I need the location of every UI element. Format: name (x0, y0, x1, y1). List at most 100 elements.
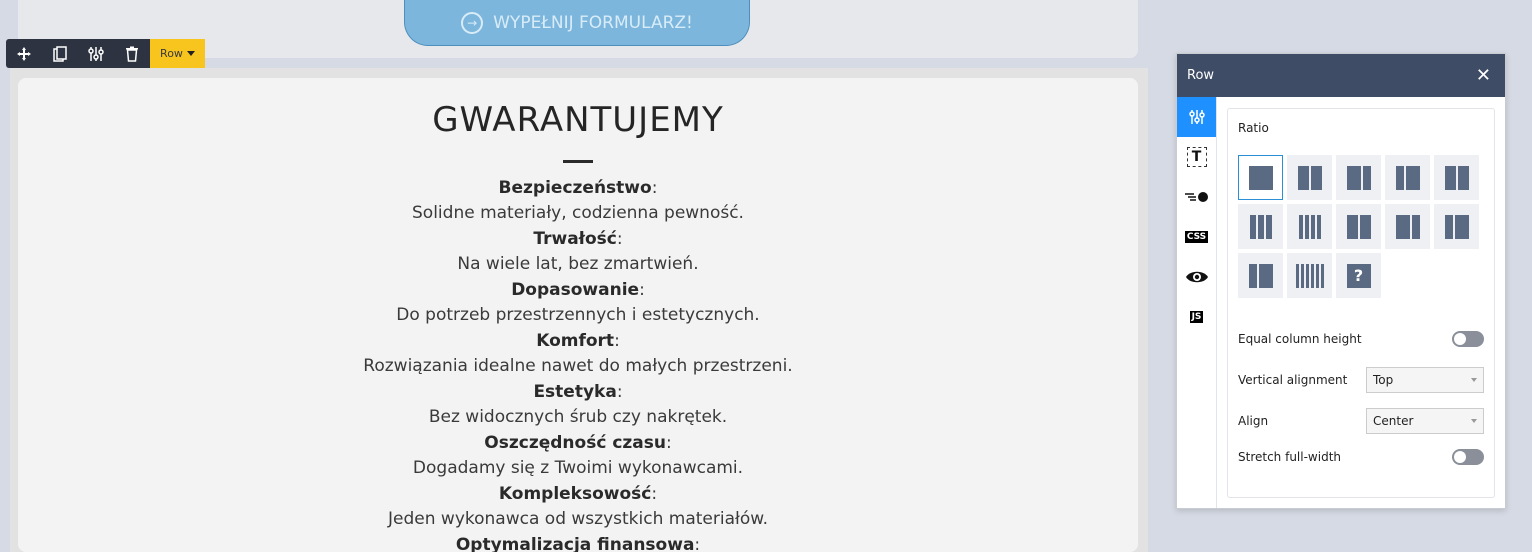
guarantee-item-title: Estetyka: (18, 379, 1138, 405)
arrow-circle-right-icon: → (461, 11, 484, 34)
column-bar (1300, 263, 1304, 288)
text-icon: T (1186, 147, 1207, 167)
guarantee-title-suffix: : (614, 331, 620, 351)
guarantee-title-suffix: : (651, 484, 658, 504)
eye-icon (1185, 271, 1208, 283)
section-heading: GWARANTUJEMY (432, 100, 724, 140)
tab-visibility[interactable] (1177, 257, 1216, 297)
ratio-option[interactable] (1238, 204, 1283, 249)
column-layout-icon (1297, 165, 1322, 190)
guarantee-title-text: Trwałość (533, 229, 617, 249)
ratio-option[interactable] (1238, 253, 1283, 298)
ratio-option[interactable] (1434, 155, 1479, 200)
chevron-down-icon (1471, 378, 1477, 382)
column-bar (1265, 214, 1272, 239)
ratio-options: ? (1238, 155, 1483, 298)
vertical-alignment-select[interactable]: Top (1366, 367, 1484, 393)
chevron-down-icon (186, 51, 195, 56)
guarantee-title-text: Bezpieczeństwo (498, 178, 652, 198)
ratio-option[interactable] (1385, 204, 1430, 249)
align-select[interactable]: Center (1366, 408, 1484, 434)
column-bar (1346, 214, 1358, 239)
guarantee-title-text: Estetyka (533, 382, 617, 402)
column-bar (1316, 214, 1321, 239)
column-bar (1249, 214, 1256, 239)
equal-height-toggle[interactable] (1452, 331, 1484, 347)
guarantee-item-title: Oszczędność czasu: (18, 430, 1138, 456)
chevron-down-icon (1471, 419, 1477, 423)
column-bar (1248, 165, 1273, 190)
guarantee-title-suffix: : (694, 535, 701, 552)
guarantee-item-title: Trwałość: (18, 226, 1138, 252)
column-bar (1248, 263, 1257, 288)
guarantee-item-title: Komfort: (18, 328, 1138, 354)
ratio-label: Ratio (1238, 121, 1269, 135)
settings-icon[interactable] (78, 39, 114, 68)
column-bar (1295, 263, 1299, 288)
column-layout-icon (1395, 214, 1420, 239)
column-layout-icon (1346, 165, 1371, 190)
trash-icon[interactable] (114, 39, 150, 68)
tab-js[interactable]: JS (1177, 297, 1216, 337)
copy-icon[interactable] (42, 39, 78, 68)
guarantee-item-desc: Na wiele lat, bez zmartwień. (457, 254, 699, 274)
guarantee-item-title: Bezpieczeństwo: (18, 175, 1138, 201)
guarantee-section[interactable]: GWARANTUJEMY Bezpieczeństwo: Solidne mate… (18, 78, 1138, 552)
panel-header: Row ✕ (1177, 54, 1505, 97)
guarantee-item-desc: Do potrzeb przestrzennych i estetycznych… (396, 305, 760, 325)
stretch-setting: Stretch full-width (1238, 449, 1484, 465)
guarantee-item-title: Dopasowanie: (18, 277, 1138, 303)
guarantee-title-suffix: : (616, 382, 623, 402)
row-settings-panel: Row ✕ T CSS JS Ratio ? Equal column heig… (1176, 53, 1506, 509)
guarantee-item-desc: Dogadamy się z Twoimi wykonawcami. (412, 458, 744, 478)
row-type-label: Row (160, 47, 183, 60)
tab-typography[interactable]: T (1177, 137, 1216, 177)
column-bar (1310, 263, 1314, 288)
column-layout-icon (1395, 165, 1420, 190)
column-bar (1444, 165, 1456, 190)
guarantee-title-suffix: : (651, 178, 658, 198)
column-bar (1258, 263, 1273, 288)
guarantee-title-text: Optymalizacja finansowa (455, 535, 695, 552)
heading-divider (563, 160, 593, 163)
animation-icon (1184, 192, 1208, 202)
guarantee-title-text: Oszczędność czasu (484, 433, 666, 453)
ratio-option[interactable]: ? (1336, 253, 1381, 298)
ratio-option[interactable] (1434, 204, 1479, 249)
column-bar (1315, 263, 1319, 288)
ratio-option[interactable] (1287, 253, 1332, 298)
guarantee-item-desc: Jeden wykonawca od wszystkich materiałów… (388, 509, 768, 529)
ratio-option[interactable] (1287, 204, 1332, 249)
column-bar (1359, 214, 1371, 239)
js-icon: JS (1189, 311, 1204, 323)
ratio-option[interactable] (1336, 204, 1381, 249)
tab-general[interactable] (1177, 97, 1216, 137)
ratio-option[interactable] (1385, 155, 1430, 200)
guarantee-item-desc: Rozwiązania idealne nawet do małych prze… (363, 356, 793, 376)
guarantee-item-title: Optymalizacja finansowa: (18, 532, 1138, 552)
fill-form-button[interactable]: → WYPEŁNIJ FORMULARZ! (404, 0, 750, 46)
column-bar (1298, 214, 1303, 239)
vertical-alignment-value: Top (1373, 373, 1394, 387)
row-toolbar: Row (6, 39, 205, 68)
move-icon[interactable] (6, 39, 42, 68)
guarantee-title-suffix: : (665, 433, 672, 453)
ratio-option[interactable] (1238, 155, 1283, 200)
close-icon[interactable]: ✕ (1476, 65, 1491, 86)
guarantee-title-suffix: : (616, 229, 623, 249)
align-setting: Align Center (1238, 408, 1484, 434)
tab-animation[interactable] (1177, 177, 1216, 217)
column-bar (1310, 165, 1322, 190)
sliders-icon (1188, 110, 1205, 124)
equal-height-label: Equal column height (1238, 332, 1362, 346)
stretch-toggle[interactable] (1452, 449, 1484, 465)
column-bar (1457, 165, 1469, 190)
column-layout-icon (1444, 214, 1469, 239)
row-type-dropdown[interactable]: Row (150, 39, 205, 68)
ratio-option[interactable] (1287, 155, 1332, 200)
ratio-option[interactable] (1336, 155, 1381, 200)
guarantee-item-title: Kompleksowość: (18, 481, 1138, 507)
tab-css[interactable]: CSS (1177, 217, 1216, 257)
fill-form-button-label: WYPEŁNIJ FORMULARZ! (493, 12, 693, 33)
guarantee-title-suffix: : (639, 280, 645, 300)
